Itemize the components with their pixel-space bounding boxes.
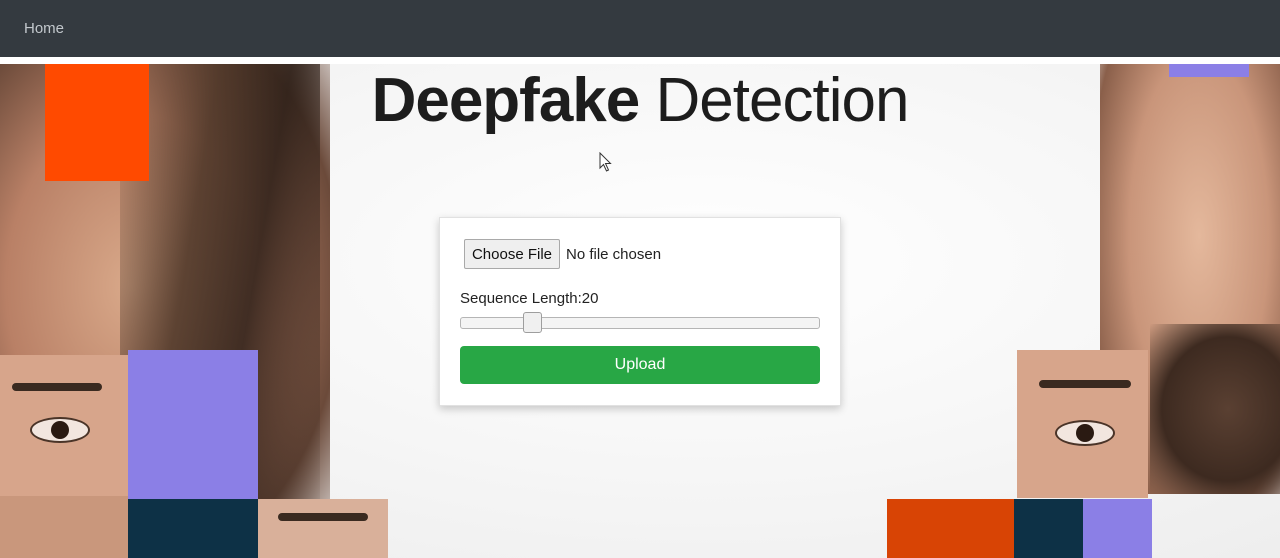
left-eye-tile — [0, 355, 128, 496]
sequence-length-text: Sequence Length: — [460, 290, 582, 307]
header-divider — [0, 57, 1280, 64]
bottom-brow-tile — [0, 496, 128, 558]
mouse-pointer-icon — [599, 152, 612, 172]
purple-tile-left — [128, 350, 258, 499]
title-light-word: Detection — [655, 66, 910, 135]
choose-file-button[interactable]: Choose File — [464, 239, 560, 269]
title-bold-word: Deepfake — [371, 66, 641, 135]
upload-card: Choose File No file chosen Sequence Leng… — [439, 217, 841, 406]
right-beard-image — [1150, 324, 1280, 494]
slider-thumb[interactable] — [523, 312, 542, 333]
upload-button[interactable]: Upload — [460, 346, 820, 384]
sequence-length-value: 20 — [581, 290, 599, 307]
sequence-length-slider[interactable] — [460, 317, 820, 329]
page-title: Deepfake Detection — [0, 70, 1280, 132]
orange-tile-right — [887, 499, 1014, 558]
nav-home-link[interactable]: Home — [24, 20, 64, 37]
file-status-text: No file chosen — [566, 246, 662, 263]
right-eye-tile — [1017, 350, 1148, 498]
purple-tile-bottom-right — [1083, 499, 1152, 558]
sequence-length-label: Sequence Length:20 — [460, 290, 598, 307]
navy-tile-left — [128, 499, 258, 558]
navbar: Home — [0, 0, 1280, 58]
bottom-eye-tile — [258, 499, 388, 558]
navy-tile-right — [1014, 499, 1083, 558]
